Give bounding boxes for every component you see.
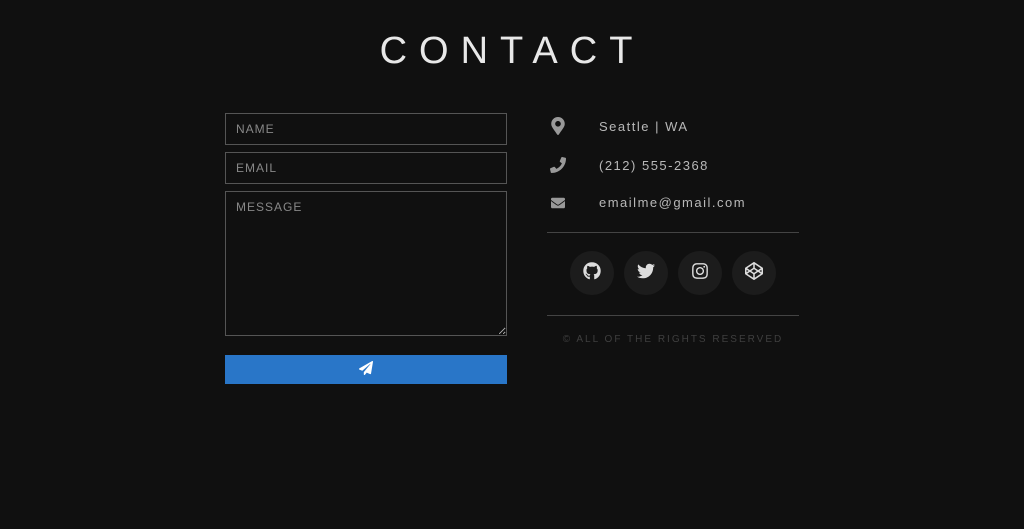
social-links — [547, 251, 799, 295]
codepen-icon — [745, 262, 763, 285]
phone-text: (212) 555-2368 — [599, 158, 709, 173]
message-input[interactable] — [225, 191, 507, 336]
submit-button[interactable] — [225, 355, 507, 384]
email-input[interactable] — [225, 152, 507, 184]
divider — [547, 315, 799, 316]
name-input[interactable] — [225, 113, 507, 145]
email-row: emailme@gmail.com — [547, 195, 799, 210]
copyright-text: © ALL OF THE RIGHTS RESERVED — [547, 334, 799, 345]
contact-info: Seattle | WA (212) 555-2368 emailme@gmai… — [547, 113, 799, 384]
instagram-icon — [691, 262, 709, 285]
twitter-icon — [637, 262, 655, 285]
page-title: CONTACT — [0, 30, 1024, 73]
email-text: emailme@gmail.com — [599, 195, 746, 210]
map-marker-icon — [547, 117, 569, 135]
codepen-link[interactable] — [732, 251, 776, 295]
twitter-link[interactable] — [624, 251, 668, 295]
github-icon — [583, 262, 601, 285]
location-row: Seattle | WA — [547, 117, 799, 135]
phone-icon — [547, 157, 569, 173]
github-link[interactable] — [570, 251, 614, 295]
instagram-link[interactable] — [678, 251, 722, 295]
envelope-icon — [547, 196, 569, 210]
location-text: Seattle | WA — [599, 119, 689, 134]
paper-plane-icon — [359, 361, 373, 378]
contact-form — [225, 113, 507, 384]
phone-row: (212) 555-2368 — [547, 157, 799, 173]
divider — [547, 232, 799, 233]
